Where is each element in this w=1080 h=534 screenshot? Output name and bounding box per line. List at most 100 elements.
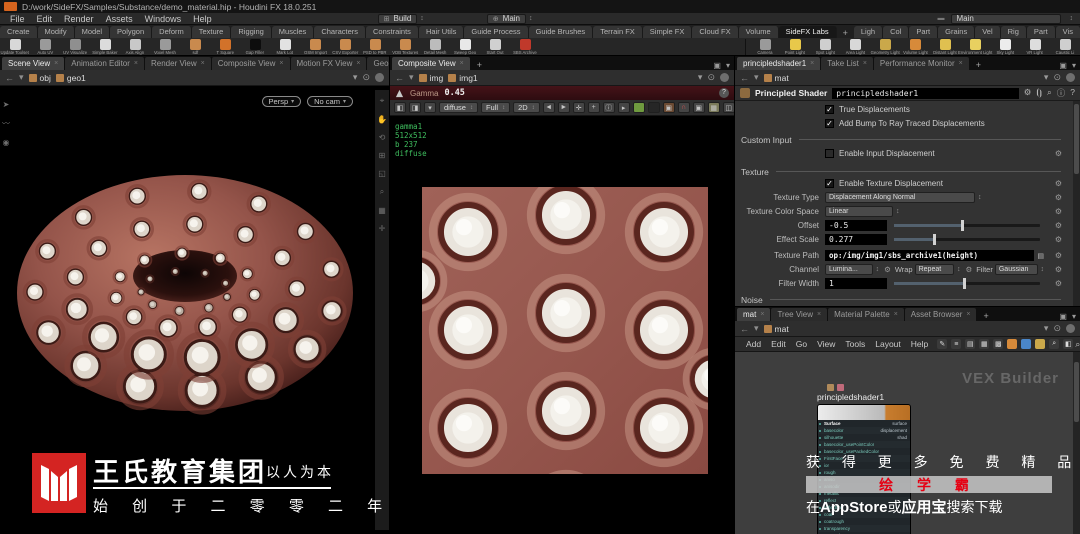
pane-tab-material-palette[interactable]: Material Palette ×: [828, 308, 904, 321]
shelf-tab-volume[interactable]: Volume: [738, 26, 779, 38]
path-chip-mat[interactable]: mat: [763, 73, 789, 83]
shelf-tool-spot-light[interactable]: Spot Light: [810, 38, 840, 56]
shelf-tool-axis-align[interactable]: Axis Align: [120, 38, 150, 56]
shelf-tab-ligh[interactable]: Ligh: [853, 26, 884, 38]
link-indicator-icon[interactable]: [1066, 324, 1075, 333]
record-icon[interactable]: ∩: [677, 102, 690, 113]
shelf-add-tab-left[interactable]: +: [837, 28, 854, 38]
shelf-tab-rig[interactable]: Rig: [1000, 26, 1027, 38]
layout-c-icon[interactable]: ◫: [722, 102, 735, 113]
row-gear-icon[interactable]: ⚙: [1055, 179, 1062, 188]
viewport-tool-icon[interactable]: ⌖: [380, 96, 385, 106]
wrap-dropdown[interactable]: Repeat: [914, 264, 954, 275]
channel-spinner[interactable]: ↕: [873, 266, 883, 273]
shelf-tab-sidefx-labs[interactable]: SideFX Labs: [778, 26, 837, 38]
shelf-tab-cloud-fx[interactable]: Cloud FX: [692, 26, 739, 38]
pane-menu-icon[interactable]: ▾: [1072, 312, 1076, 321]
help-icon[interactable]: ?: [1070, 87, 1075, 99]
shelf-tab-col[interactable]: Col: [883, 26, 910, 38]
viewport-edge-icon[interactable]: ◉: [3, 138, 10, 147]
overview-icon[interactable]: ◧: [1063, 339, 1074, 349]
green-swatch-icon[interactable]: [632, 102, 645, 113]
shelf-tool-psd-to-pbr[interactable]: PSD to PBR: [360, 38, 390, 56]
shelf-tool-vdb-textures[interactable]: VDB Textures: [390, 38, 420, 56]
path-chip-mat[interactable]: mat: [763, 324, 789, 334]
tab-close-icon[interactable]: ×: [959, 60, 963, 67]
viewport-right-toolbar[interactable]: ⌖ ✋ ⟲ ⊞ ◱ ⌕ ▦ ✛: [375, 90, 389, 530]
shelf-tool-area-light[interactable]: Area Light: [840, 38, 870, 56]
shelf-tool-uv-visualize[interactable]: UV Visualize: [60, 38, 90, 56]
plane-dropdown[interactable]: diffuse ↕: [439, 102, 478, 113]
pane-tab-mat[interactable]: mat ×: [737, 308, 771, 321]
shelf-tab-guide-brushes[interactable]: Guide Brushes: [528, 26, 594, 38]
shelf-tool-osm-import[interactable]: OSM Import: [300, 38, 330, 56]
pane-tab-composite-view[interactable]: Composite View ×: [211, 57, 290, 70]
find-icon[interactable]: ⌕: [1049, 339, 1060, 349]
shelf-tool-mark-lot[interactable]: Mark Lot: [270, 38, 300, 56]
viewport-tool-icon[interactable]: ✛: [379, 224, 386, 233]
net-menu-go[interactable]: Go: [791, 339, 812, 349]
net-search-icon[interactable]: ⌕: [1075, 339, 1080, 350]
menu-help[interactable]: Help: [187, 14, 218, 24]
shelf-tool-environment-light[interactable]: Environment Light: [958, 38, 992, 56]
main-spinner[interactable]: ↕: [526, 15, 536, 22]
parameters-scrollbar[interactable]: [1073, 101, 1080, 307]
new-tab-button[interactable]: +: [977, 311, 994, 321]
path-chip-obj[interactable]: obj: [28, 73, 51, 83]
shelf-tab-create[interactable]: Create: [0, 26, 38, 38]
tab-close-icon[interactable]: ×: [54, 60, 58, 67]
forward-arrow-icon[interactable]: ▾: [19, 72, 24, 83]
tab-close-icon[interactable]: ×: [760, 311, 764, 318]
menu-edit[interactable]: Edit: [31, 14, 59, 24]
shelf-tool-geometry-light[interactable]: Geometry Light: [870, 38, 900, 56]
texture-type-dropdown[interactable]: Displacement Along Normal: [825, 192, 975, 203]
shelf-tool-caustic-li[interactable]: Caustic Li: [1050, 38, 1080, 56]
path-dropdown-icon[interactable]: ▾: [353, 72, 358, 83]
back-arrow-icon[interactable]: ←: [740, 73, 749, 83]
split-view-icon[interactable]: ◨: [409, 102, 421, 113]
viewport-tool-icon[interactable]: ✋: [377, 115, 387, 124]
link-indicator-icon[interactable]: [720, 73, 729, 82]
network-scrollbar[interactable]: [1073, 352, 1080, 534]
pane-tab-performance-monitor[interactable]: Performance Monitor ×: [873, 57, 969, 70]
shelf-tool-start-out[interactable]: Start Out: [480, 38, 510, 56]
effect-scale-slider[interactable]: [894, 234, 1040, 245]
viewport-tool-icon[interactable]: ⌕: [380, 187, 384, 197]
shelf-tool-csv-exporter[interactable]: CSV Exporter: [330, 38, 360, 56]
row-gear-icon[interactable]: ⚙: [1055, 235, 1062, 244]
net-menu-layout[interactable]: Layout: [870, 339, 906, 349]
shelf-tab-muscles[interactable]: Muscles: [271, 26, 315, 38]
wrap-gear-icon[interactable]: ⚙: [965, 265, 972, 274]
viewport-tool-icon[interactable]: ▦: [378, 206, 386, 215]
path-dropdown-icon[interactable]: ▾: [1044, 323, 1049, 334]
node-row-transparency[interactable]: transparency: [818, 525, 910, 532]
pane-menu-icon[interactable]: ▾: [1072, 61, 1076, 70]
wrap-spinner[interactable]: ↕: [954, 266, 964, 273]
shelf-tab-grains[interactable]: Grains: [938, 26, 976, 38]
composite-viewport[interactable]: gamma1 512x512 b 237 diffuse: [390, 116, 734, 534]
tab-close-icon[interactable]: ×: [894, 311, 898, 318]
net-menu-edit[interactable]: Edit: [766, 339, 791, 349]
gamma-value[interactable]: 0.45: [444, 88, 464, 98]
brackets-icon[interactable]: ⦗⦘: [1036, 87, 1042, 99]
shelf-tab-model[interactable]: Model: [74, 26, 111, 38]
add-icon[interactable]: +: [587, 102, 600, 113]
forward-arrow-icon[interactable]: ▾: [754, 72, 759, 83]
pin-icon[interactable]: ⊙: [1053, 323, 1061, 334]
shelf-tab-simple-fx[interactable]: Simple FX: [642, 26, 693, 38]
enable-input-displacement-checkbox[interactable]: [825, 149, 834, 158]
customize-icon[interactable]: ✎: [937, 339, 948, 349]
pin-icon[interactable]: ⊙: [362, 72, 370, 83]
shelf-tab-vis[interactable]: Vis: [1055, 26, 1080, 38]
shelf-tab-part[interactable]: Part: [1026, 26, 1056, 38]
channel-dropdown[interactable]: Lumina...: [825, 264, 873, 275]
tab-close-icon[interactable]: ×: [460, 60, 464, 67]
shelf-tool-point-light[interactable]: Point Light: [780, 38, 810, 56]
file-chooser-icon[interactable]: ▤: [1034, 252, 1047, 260]
shelf-tool-simple-baker[interactable]: Simple Baker: [90, 38, 120, 56]
viewport-edge-icon[interactable]: ➤: [3, 100, 10, 109]
tab-close-icon[interactable]: ×: [817, 311, 821, 318]
texture-type-spinner[interactable]: ↕: [975, 194, 985, 201]
filter-width-field[interactable]: 1: [825, 278, 887, 289]
forward-arrow-icon[interactable]: ▾: [754, 323, 759, 334]
